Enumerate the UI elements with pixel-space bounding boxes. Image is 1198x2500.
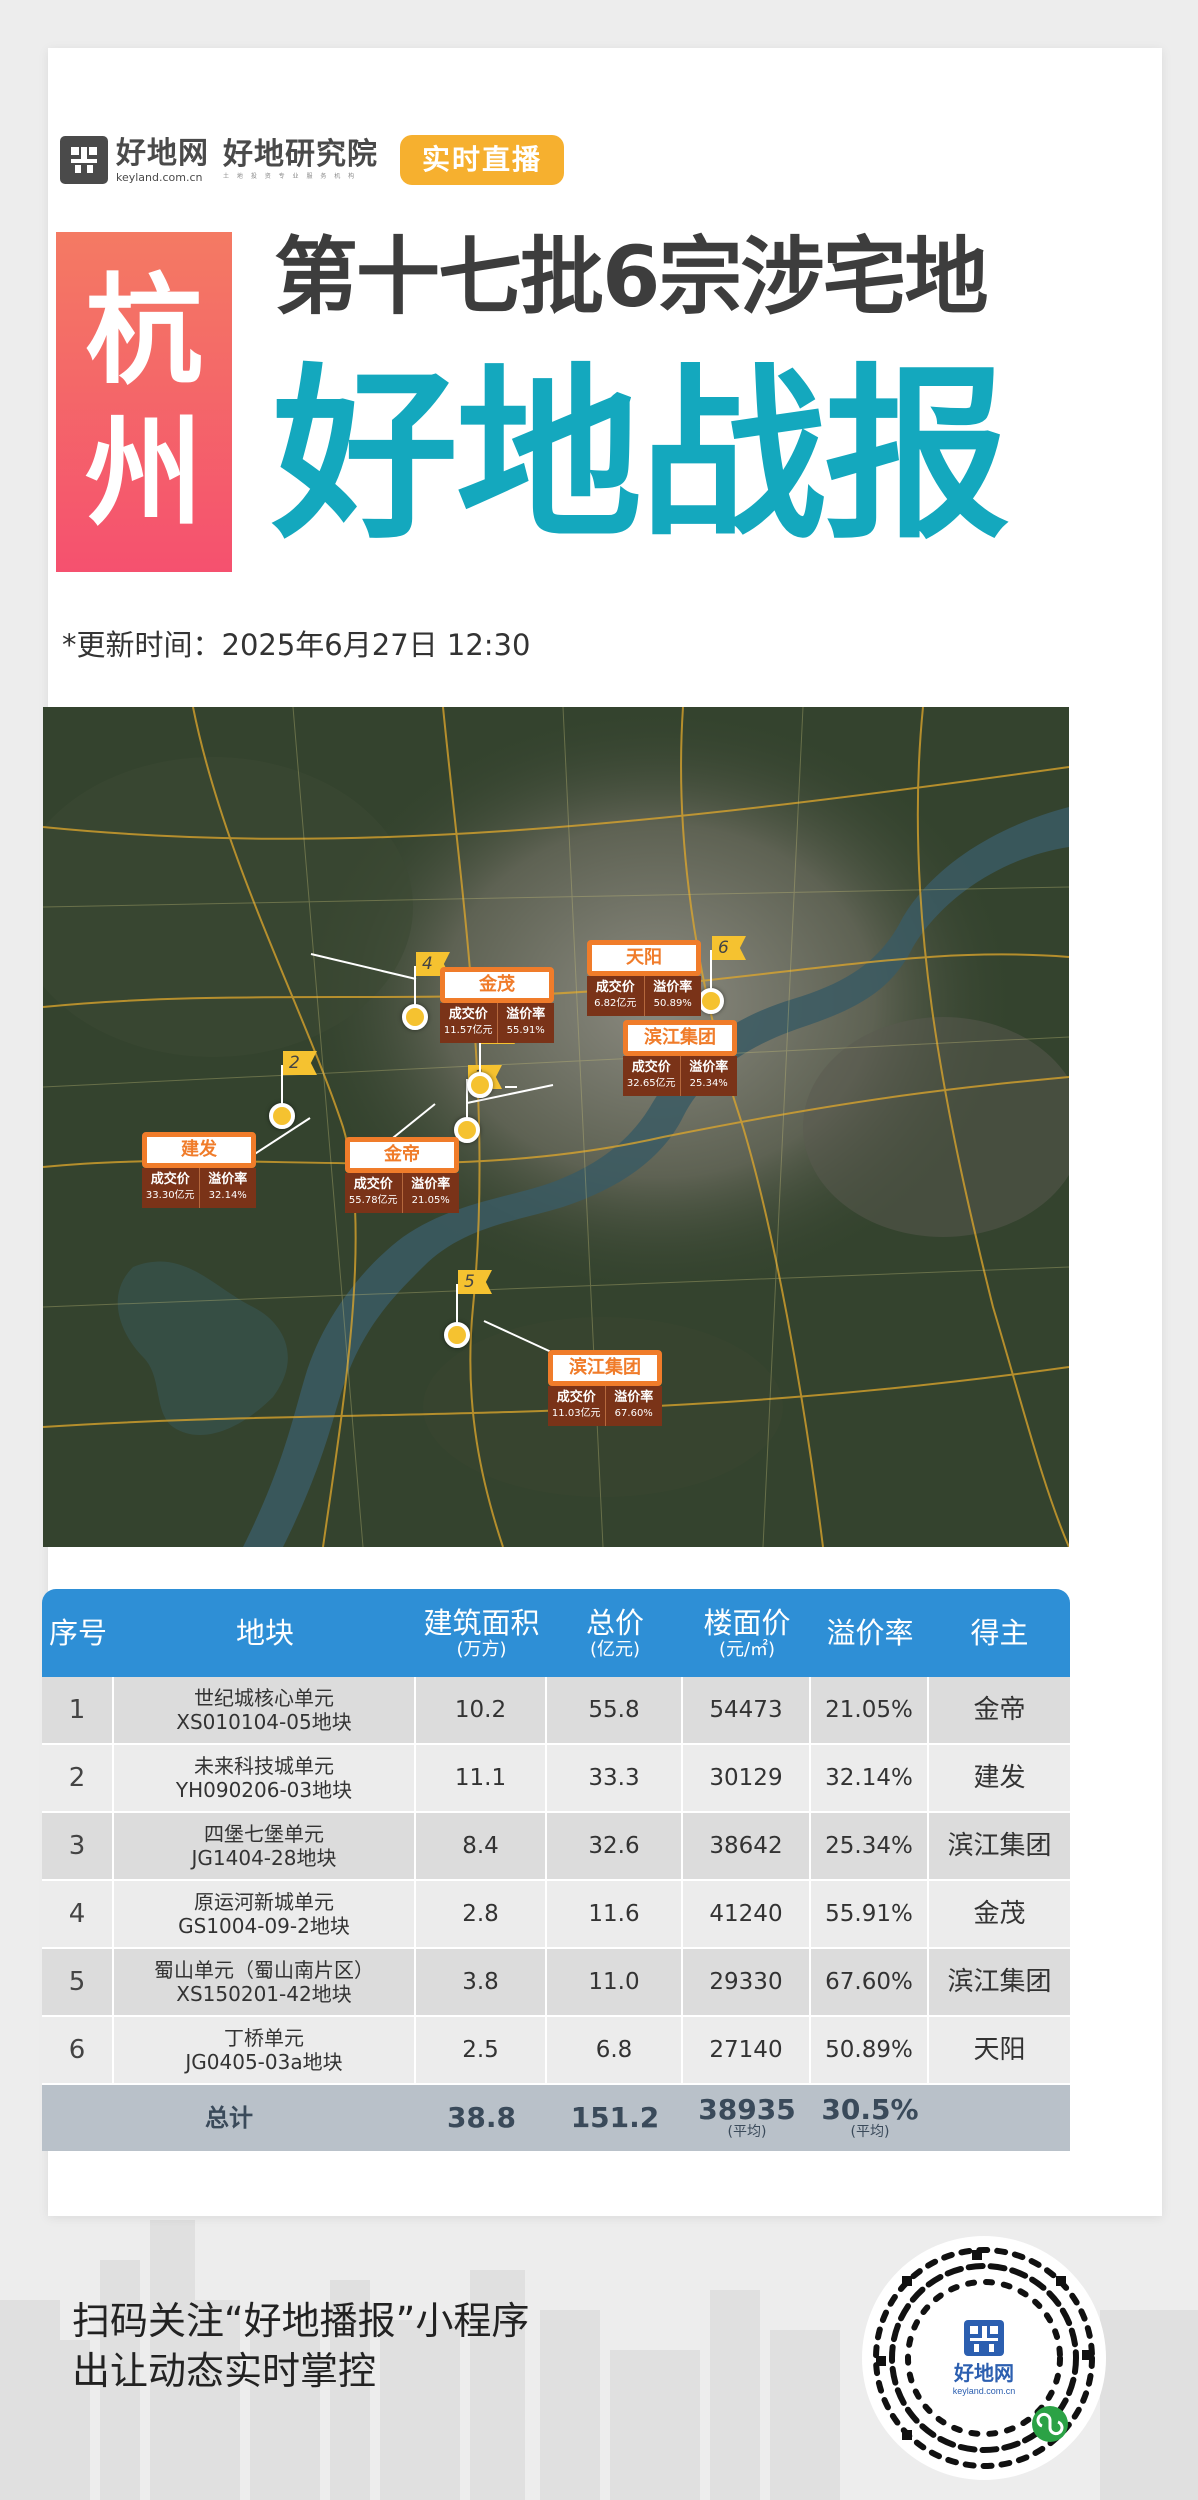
tag-price: 6.82亿元 (594, 998, 637, 1009)
footer-line-1: 扫码关注“好地播报”小程序 (72, 2299, 530, 2343)
table-header: 序号 地块 建筑面积 (万方) 总价 (亿元) 楼面价 (元/㎡) 溢价率 得主 (42, 1589, 1070, 1677)
update-time: *更新时间：2025年6月27日 12:30 (62, 628, 531, 662)
tag-premium: 50.89% (653, 998, 692, 1009)
total-price: 151.2 (570, 2101, 660, 2134)
table-row: 2 未来科技城单元 YH090206-03地块 11.1 33.3 30129 3… (42, 1745, 1070, 1813)
column-header: 序号 (48, 1616, 107, 1650)
plot-name: 四堡七堡单元 (204, 1822, 324, 1846)
tag-winner: 金茂 (440, 967, 554, 1003)
plot-code: XS010104-05地块 (176, 1710, 352, 1734)
parcel-tag-1: 金帝 成交价 55.78亿元 溢价率 21.05% (345, 1137, 459, 1213)
parcel-tag-2: 建发 成交价 33.30亿元 溢价率 32.14% (142, 1132, 256, 1208)
footer-line-2: 出让动态实时掌控 (72, 2349, 377, 2393)
tag-winner: 金帝 (345, 1137, 459, 1173)
parcel-tag-6: 天阳 成交价 6.82亿元 溢价率 50.89% (587, 940, 701, 1016)
total-label: 总计 (205, 2104, 253, 2132)
live-badge: 实时直播 (400, 135, 565, 185)
column-header: 溢价率 (826, 1616, 914, 1650)
tag-premium: 25.34% (689, 1078, 728, 1089)
avg-premium: 30.5% (821, 2093, 919, 2126)
city-label: 杭 州 (56, 232, 232, 572)
table-row: 5 蜀山单元（蜀山南片区） XS150201-42地块 3.8 11.0 2933… (42, 1949, 1070, 2017)
column-header: 建筑面积 (423, 1606, 540, 1640)
institute-name: 好地研究院 (223, 137, 378, 172)
logo-domain: keyland.com.cn (116, 170, 203, 184)
plot-code: GS1004-09-2地块 (178, 1914, 350, 1938)
qr-domain: keyland.com.cn (953, 2386, 1016, 2396)
column-unit: (亿元) (589, 1639, 641, 1660)
tag-winner: 天阳 (587, 940, 701, 976)
land-results-table: 序号 地块 建筑面积 (万方) 总价 (亿元) 楼面价 (元/㎡) 溢价率 得主 1 … (42, 1589, 1070, 2151)
logo-name: 好地网 (116, 135, 209, 171)
qr-brand: 好地网 (953, 2361, 1014, 2385)
tag-price: 11.03亿元 (551, 1408, 601, 1419)
tag-premium: 21.05% (411, 1195, 450, 1206)
city-char: 杭 (84, 262, 203, 400)
column-header: 总价 (585, 1606, 644, 1640)
tag-price: 33.30亿元 (145, 1190, 195, 1201)
column-header: 得主 (970, 1616, 1029, 1650)
total-area: 38.8 (446, 2101, 517, 2134)
tag-winner: 建发 (142, 1132, 256, 1168)
tag-winner: 滨江集团 (548, 1350, 662, 1386)
table-row: 3 四堡七堡单元 JG1404-28地块 8.4 32.6 38642 25.34… (42, 1813, 1070, 1881)
avg-floor-price: 38935 (698, 2093, 796, 2126)
column-unit: (元/㎡) (718, 1639, 776, 1660)
parcel-tag-3: 滨江集团 成交价 32.65亿元 溢价率 25.34% (623, 1020, 737, 1096)
table-total-row: 总计 38.8 151.2 38935 (平均) 30.5% (平均) (42, 2085, 1070, 2151)
city-char: 州 (84, 404, 203, 542)
title-subheading: 第十七批6宗涉宅地 (274, 228, 988, 326)
plot-name: 蜀山单元（蜀山南片区） (154, 1958, 374, 1982)
plot-name: 原运河新城单元 (194, 1890, 334, 1914)
column-header: 地块 (235, 1616, 294, 1650)
plot-name: 世纪城核心单元 (194, 1686, 334, 1710)
column-header: 楼面价 (703, 1606, 791, 1640)
plot-code: XS150201-42地块 (176, 1982, 352, 2006)
parcel-tag-5: 滨江集团 成交价 11.03亿元 溢价率 67.60% (548, 1350, 662, 1426)
institute-tagline: 土 地 投 资 专 业 服 务 机 构 (223, 173, 358, 180)
plot-code: JG1404-28地块 (191, 1846, 337, 1870)
satellite-map: 1 2 3 4 5 6 天阳 成交价6.82亿元 溢价率50.89% 金茂 成交… (43, 707, 1069, 1547)
tag-premium: 67.60% (614, 1408, 653, 1419)
title-heading: 好地战报 (272, 347, 1010, 564)
parcel-pin-6[interactable] (698, 988, 724, 1014)
footer-cta: 扫码关注“好地播报”小程序 出让动态实时掌控 (72, 2296, 529, 2396)
parcel-pin-4[interactable] (402, 1004, 428, 1030)
plot-code: YH090206-03地块 (175, 1778, 353, 1802)
table-row: 1 世纪城核心单元 XS010104-05地块 10.2 55.8 54473 2… (42, 1677, 1070, 1745)
plot-code: JG0405-03a地块 (185, 2050, 343, 2074)
column-unit: (万方) (456, 1639, 507, 1660)
tag-winner: 滨江集团 (623, 1020, 737, 1056)
plot-name: 未来科技城单元 (194, 1754, 334, 1778)
table-row: 6 丁桥单元 JG0405-03a地块 2.5 6.8 27140 50.89% … (42, 2017, 1070, 2085)
tag-price: 32.65亿元 (626, 1078, 676, 1089)
mini-program-qr-code[interactable]: 好地网 keyland.com.cn (862, 2236, 1106, 2480)
table-row: 4 原运河新城单元 GS1004-09-2地块 2.8 11.6 41240 55… (42, 1881, 1070, 1949)
tag-price: 55.78亿元 (348, 1195, 398, 1206)
tag-premium: 32.14% (208, 1190, 247, 1201)
parcel-tag-4: 金茂 成交价 11.57亿元 溢价率 55.91% (440, 967, 554, 1043)
header-logos: 好地网 keyland.com.cn 好地研究院 土 地 投 资 专 业 服 务… (60, 120, 565, 200)
parcel-pin-5[interactable] (444, 1322, 470, 1348)
tag-premium: 55.91% (506, 1025, 545, 1036)
plot-name: 丁桥单元 (224, 2026, 304, 2050)
qr-pattern: 好地网 keyland.com.cn (873, 2247, 1095, 2469)
parcel-pin-3[interactable] (467, 1072, 493, 1098)
parcel-pin-2[interactable] (269, 1103, 295, 1129)
keyland-logo-icon (60, 136, 108, 184)
tag-price: 11.57亿元 (443, 1025, 493, 1036)
